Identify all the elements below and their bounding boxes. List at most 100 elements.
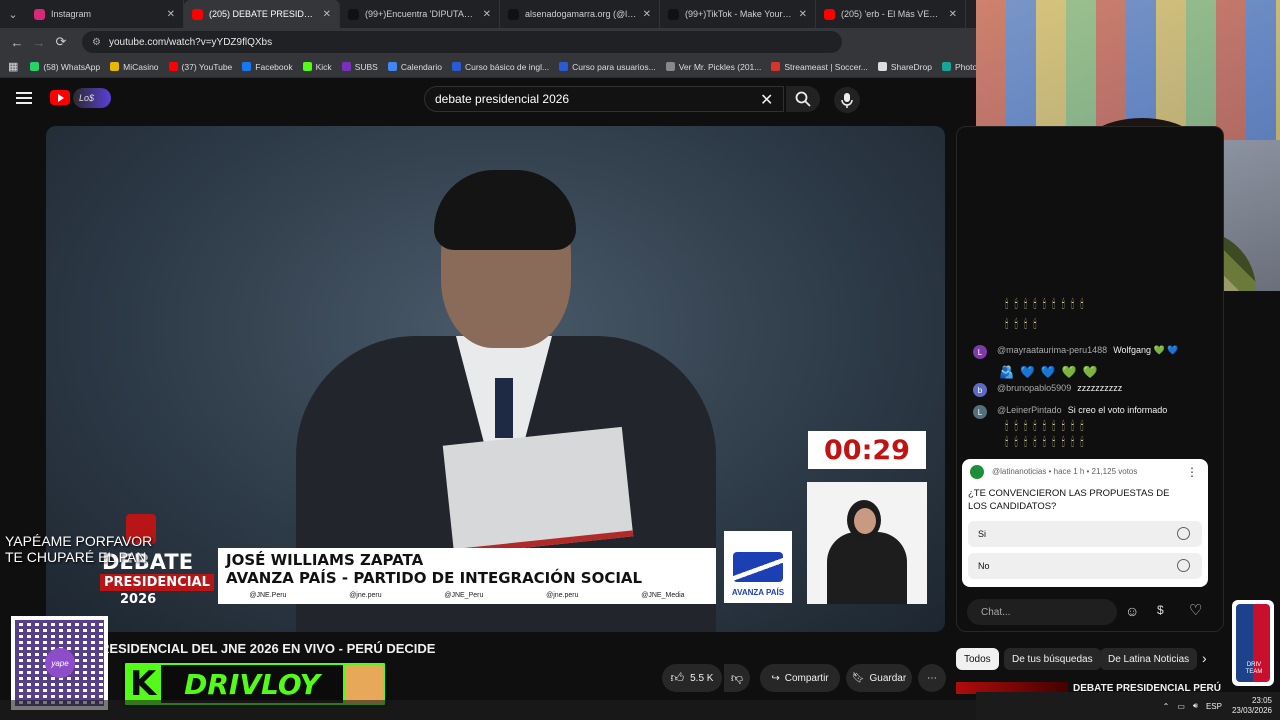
chat-avatar[interactable]: b: [973, 383, 987, 397]
poll-menu-icon[interactable]: ⋮: [1186, 465, 1198, 479]
tab-close-icon[interactable]: ✕: [167, 9, 175, 20]
voice-search-button[interactable]: [834, 87, 860, 113]
bookmark-item[interactable]: Curso para usuarios...: [559, 62, 656, 72]
tab-close-icon[interactable]: ✕: [323, 9, 331, 20]
brand-line-2: PRESIDENCIAL: [100, 574, 214, 591]
bookmark-item[interactable]: Curso básico de ingl...: [451, 62, 549, 72]
poll-option-no[interactable]: No: [968, 553, 1202, 579]
bookmark-label: (58) WhatsApp: [43, 61, 101, 72]
tab-title: (205) DEBATE PRESIDENCIAL: [209, 9, 317, 19]
bookmark-item[interactable]: (37) YouTube: [168, 62, 232, 72]
chat-author[interactable]: @mayraataurima-peru1488: [997, 345, 1107, 355]
social-handle: @jne.peru: [349, 592, 382, 599]
bookmark-item[interactable]: Calendario: [387, 62, 442, 72]
party-logo-icon: [733, 552, 783, 582]
search-query: debate presidencial 2026: [435, 92, 570, 106]
chip-latina[interactable]: De Latina Noticias: [1100, 648, 1198, 670]
poll-option-label: Si: [978, 529, 987, 539]
bookmark-favicon-icon: [242, 62, 252, 71]
tab-close-icon[interactable]: ✕: [483, 9, 491, 20]
volume-icon[interactable]: 🔊︎: [1193, 701, 1198, 711]
tab-close-icon[interactable]: ✕: [643, 9, 651, 20]
heart-icon[interactable]: ♡: [1189, 601, 1202, 619]
emoji-picker-icon[interactable]: ☺: [1125, 603, 1139, 619]
youtube-header: Lo$ debate presidencial 2026 ✕: [0, 78, 976, 122]
reload-icon[interactable]: ⟳: [50, 31, 72, 53]
tab-close-icon[interactable]: ✕: [799, 9, 807, 20]
bookmark-item[interactable]: Ver Mr. Pickles (201...: [665, 62, 761, 72]
bookmark-item[interactable]: ShareDrop: [877, 61, 932, 72]
apps-icon[interactable]: ▦: [8, 60, 18, 73]
chat-avatar[interactable]: L: [973, 345, 987, 359]
bookmark-favicon-icon: [110, 62, 120, 71]
bookmark-item[interactable]: Streameast | Soccer...: [771, 62, 868, 72]
poll-question: ¿TE CONVENCIERON LAS PROPUESTAS DE LOS C…: [968, 488, 1170, 512]
menu-icon[interactable]: [16, 92, 32, 104]
bookmark-label: Photopea: [954, 61, 976, 72]
bookmark-item[interactable]: Facebook: [242, 61, 293, 72]
party-logo: AVANZA PAÍS: [724, 531, 792, 603]
more-actions-button[interactable]: ⋯: [918, 664, 946, 692]
bookmark-label: ShareDrop: [890, 61, 932, 72]
chat-message: L @mayraataurima-peru1488 Wolfgang 💚 💙: [973, 345, 1178, 359]
like-button[interactable]: 👍︎ 5.5 K: [662, 664, 722, 692]
save-label: Guardar: [869, 672, 907, 684]
super-chat-icon[interactable]: $: [1157, 603, 1164, 617]
chat-text: Wolfgang 💚 💙: [1113, 345, 1179, 355]
chat-author[interactable]: @brunopablo5909: [997, 383, 1071, 393]
bookmark-item[interactable]: Kick: [302, 62, 332, 72]
tab-search-icon[interactable]: ⌄: [0, 0, 26, 28]
save-button[interactable]: 🔖︎ Guardar: [846, 664, 912, 692]
bookmark-item[interactable]: Photopea: [941, 61, 976, 72]
poll-option-si[interactable]: Si: [968, 521, 1202, 547]
youtube-logo-icon[interactable]: [50, 90, 70, 105]
browser-tab[interactable]: (205) DEBATE PRESIDENCIAL ✕: [184, 0, 340, 28]
bookmark-item[interactable]: (58) WhatsApp: [30, 62, 100, 72]
browser-tab[interactable]: (99+)Encuentra 'DIPUTADO VE ✕: [340, 0, 500, 28]
bookmark-favicon-icon: [665, 62, 675, 71]
chat-message: L @LeinerPintado Si creo el voto informado: [973, 405, 1167, 419]
bookmark-favicon-icon: [559, 62, 569, 71]
chip-todos[interactable]: Todos: [956, 648, 999, 670]
chat-input[interactable]: Chat...: [967, 599, 1117, 625]
video-player[interactable]: 00:29 DEBATE PRESIDENCIAL 2026 JOSÉ WILL…: [46, 126, 945, 632]
bookmark-label: Facebook: [255, 61, 293, 72]
tray-chevron-icon[interactable]: ⌃: [1163, 702, 1170, 711]
tab-title: (99+)Encuentra 'DIPUTADO VE: [365, 9, 477, 19]
network-icon[interactable]: ▭: [1177, 702, 1185, 711]
interpreter-face: [854, 508, 876, 534]
tab-favicon-icon: [824, 8, 835, 20]
chat-text: zzzzzzzzzz: [1077, 383, 1123, 393]
browser-tab-bar: ⌄ Instagram✕(205) DEBATE PRESIDENCIAL✕(9…: [0, 0, 976, 28]
browser-tab[interactable]: (205) 'erb - El Más VERDE de la ✕: [816, 0, 966, 28]
search-input[interactable]: debate presidencial 2026: [424, 86, 784, 112]
chat-author[interactable]: @LeinerPintado: [997, 405, 1062, 415]
browser-tab[interactable]: alsenadogamarra.org (@licenci ✕: [500, 0, 660, 28]
bookmark-item[interactable]: SUBS: [341, 62, 378, 72]
site-info-icon[interactable]: ⚙: [92, 37, 101, 48]
radio-icon: [1177, 527, 1190, 540]
share-button[interactable]: ↪ Compartir: [760, 664, 840, 692]
clock[interactable]: 23:05 23/03/2026: [1232, 696, 1272, 716]
tab-close-icon[interactable]: ✕: [949, 9, 957, 20]
qr-pattern: yape: [15, 620, 104, 706]
bookmark-favicon-icon: [302, 62, 312, 71]
like-count: 5.5 K: [690, 672, 714, 684]
dislike-button[interactable]: 👎︎: [724, 664, 750, 692]
back-icon[interactable]: ←: [6, 31, 28, 53]
search-button[interactable]: [786, 86, 820, 112]
clear-search-icon[interactable]: ✕: [760, 90, 773, 110]
browser-tab[interactable]: (99+)TikTok - Make Your Day ✕: [660, 0, 816, 28]
forward-icon[interactable]: →: [28, 31, 50, 53]
url-field[interactable]: ⚙ youtube.com/watch?v=yYDZ9flQXbs: [82, 31, 842, 53]
tab-title: alsenadogamarra.org (@licenci: [525, 9, 637, 19]
channel-logo[interactable]: Lo$: [73, 88, 111, 108]
browser-tab[interactable]: Instagram ✕: [26, 0, 184, 28]
bookmark-item[interactable]: MiCasino: [110, 62, 159, 72]
chip-busquedas[interactable]: De tus búsquedas: [1004, 648, 1101, 670]
kick-avatar: [345, 665, 383, 703]
chevron-right-icon[interactable]: ›: [1202, 650, 1207, 666]
chat-avatar[interactable]: L: [973, 405, 987, 419]
radio-icon: [1177, 559, 1190, 572]
language-indicator[interactable]: ESP: [1206, 702, 1222, 711]
